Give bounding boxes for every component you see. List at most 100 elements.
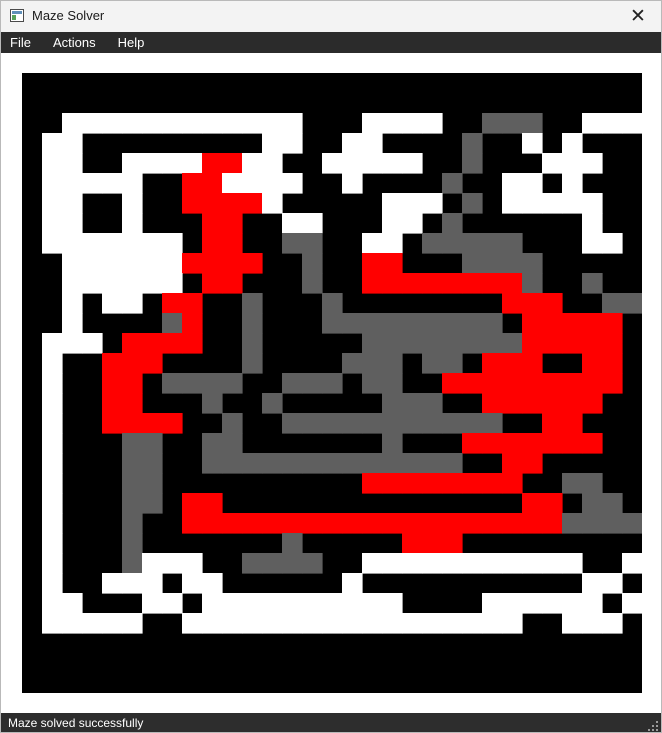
close-icon[interactable]: ✕	[615, 1, 661, 32]
maze-open-cell	[82, 333, 103, 354]
maze-open-cell	[102, 613, 123, 634]
maze-solution-cell	[462, 433, 483, 454]
menu-actions[interactable]: Actions	[46, 32, 103, 53]
maze-explored-cell	[442, 453, 463, 474]
maze-explored-cell	[262, 393, 283, 414]
maze-open-cell	[142, 113, 163, 134]
maze-solution-cell	[202, 193, 223, 214]
maze-open-cell	[42, 593, 63, 614]
maze-solution-cell	[542, 433, 563, 454]
maze-explored-cell	[462, 133, 483, 154]
maze-open-cell	[82, 273, 103, 294]
maze-solution-cell	[522, 453, 543, 474]
maze-solution-cell	[222, 253, 243, 274]
maze-open-cell	[122, 293, 143, 314]
maze-open-cell	[142, 253, 163, 274]
maze-solution-cell	[182, 173, 203, 194]
menu-help[interactable]: Help	[111, 32, 152, 53]
maze-open-cell	[562, 153, 583, 174]
maze-open-cell	[62, 253, 83, 274]
maze-solution-cell	[522, 493, 543, 514]
maze-solution-cell	[362, 273, 383, 294]
maze-open-cell	[162, 113, 183, 134]
maze-solution-cell	[142, 333, 163, 354]
maze-solution-cell	[442, 533, 463, 554]
maze-explored-cell	[502, 253, 523, 274]
maze-explored-cell	[582, 273, 603, 294]
maze-explored-cell	[402, 393, 423, 414]
maze-open-cell	[122, 193, 143, 214]
maze-solution-cell	[502, 513, 523, 534]
maze-canvas[interactable]	[1, 53, 661, 713]
maze-solution-cell	[402, 273, 423, 294]
maze-open-cell	[382, 153, 403, 174]
maze-open-cell	[122, 153, 143, 174]
maze-solution-cell	[582, 313, 603, 334]
maze-explored-cell	[362, 353, 383, 374]
maze-explored-cell	[462, 313, 483, 334]
maze-open-cell	[142, 553, 163, 574]
maze-solution-cell	[402, 533, 423, 554]
maze-open-cell	[122, 233, 143, 254]
maze-open-cell	[62, 173, 83, 194]
maze-explored-cell	[322, 373, 343, 394]
maze-solution-cell	[542, 333, 563, 354]
maze-open-cell	[542, 553, 563, 574]
maze-solution-cell	[122, 333, 143, 354]
maze-explored-cell	[322, 313, 343, 334]
maze-solution-cell	[362, 253, 383, 274]
maze-solution-cell	[242, 253, 263, 274]
maze-open-cell	[622, 593, 642, 614]
maze-open-cell	[502, 173, 523, 194]
maze-solution-cell	[202, 253, 223, 274]
maze-explored-cell	[382, 433, 403, 454]
maze-solution-cell	[502, 473, 523, 494]
maze-open-cell	[302, 613, 323, 634]
maze-open-cell	[402, 113, 423, 134]
maze-solution-cell	[542, 313, 563, 334]
title-bar[interactable]: Maze Solver ✕	[1, 1, 661, 32]
maze-open-cell	[62, 313, 83, 334]
maze-open-cell	[142, 593, 163, 614]
maze-open-cell	[322, 153, 343, 174]
maze-open-cell	[122, 213, 143, 234]
maze-solution-cell	[582, 373, 603, 394]
maze-solution-cell	[102, 393, 123, 414]
maze-solution-cell	[542, 413, 563, 434]
maze-solution-cell	[522, 433, 543, 454]
maze-explored-cell	[202, 453, 223, 474]
maze-explored-cell	[222, 413, 243, 434]
maze-explored-cell	[162, 313, 183, 334]
maze-explored-cell	[622, 513, 642, 534]
maze-explored-cell	[382, 453, 403, 474]
maze-explored-cell	[442, 333, 463, 354]
maze-explored-cell	[502, 113, 523, 134]
maze-explored-cell	[122, 453, 143, 474]
maze-explored-cell	[202, 373, 223, 394]
maze-explored-cell	[322, 413, 343, 434]
resize-grip-icon[interactable]	[648, 721, 658, 731]
maze-solution-cell	[162, 413, 183, 434]
maze-open-cell	[522, 173, 543, 194]
menu-file[interactable]: File	[3, 32, 38, 53]
maze-solution-cell	[362, 513, 383, 534]
maze-open-cell	[102, 233, 123, 254]
maze-solution-cell	[502, 433, 523, 454]
maze-open-cell	[42, 573, 63, 594]
maze-open-cell	[342, 153, 363, 174]
maze-solution-cell	[202, 513, 223, 534]
maze-open-cell	[42, 433, 63, 454]
maze-solution-cell	[542, 393, 563, 414]
maze-explored-cell	[282, 373, 303, 394]
maze-solution-cell	[222, 233, 243, 254]
maze-open-cell	[242, 113, 263, 134]
maze-solution-cell	[162, 293, 183, 314]
maze-open-cell	[42, 513, 63, 534]
maze-explored-cell	[302, 233, 323, 254]
maze-open-cell	[302, 213, 323, 234]
maze-explored-cell	[282, 233, 303, 254]
app-window-icon	[10, 9, 24, 22]
maze-explored-cell	[362, 313, 383, 334]
maze-explored-cell	[202, 433, 223, 454]
maze-solution-cell	[182, 293, 203, 314]
